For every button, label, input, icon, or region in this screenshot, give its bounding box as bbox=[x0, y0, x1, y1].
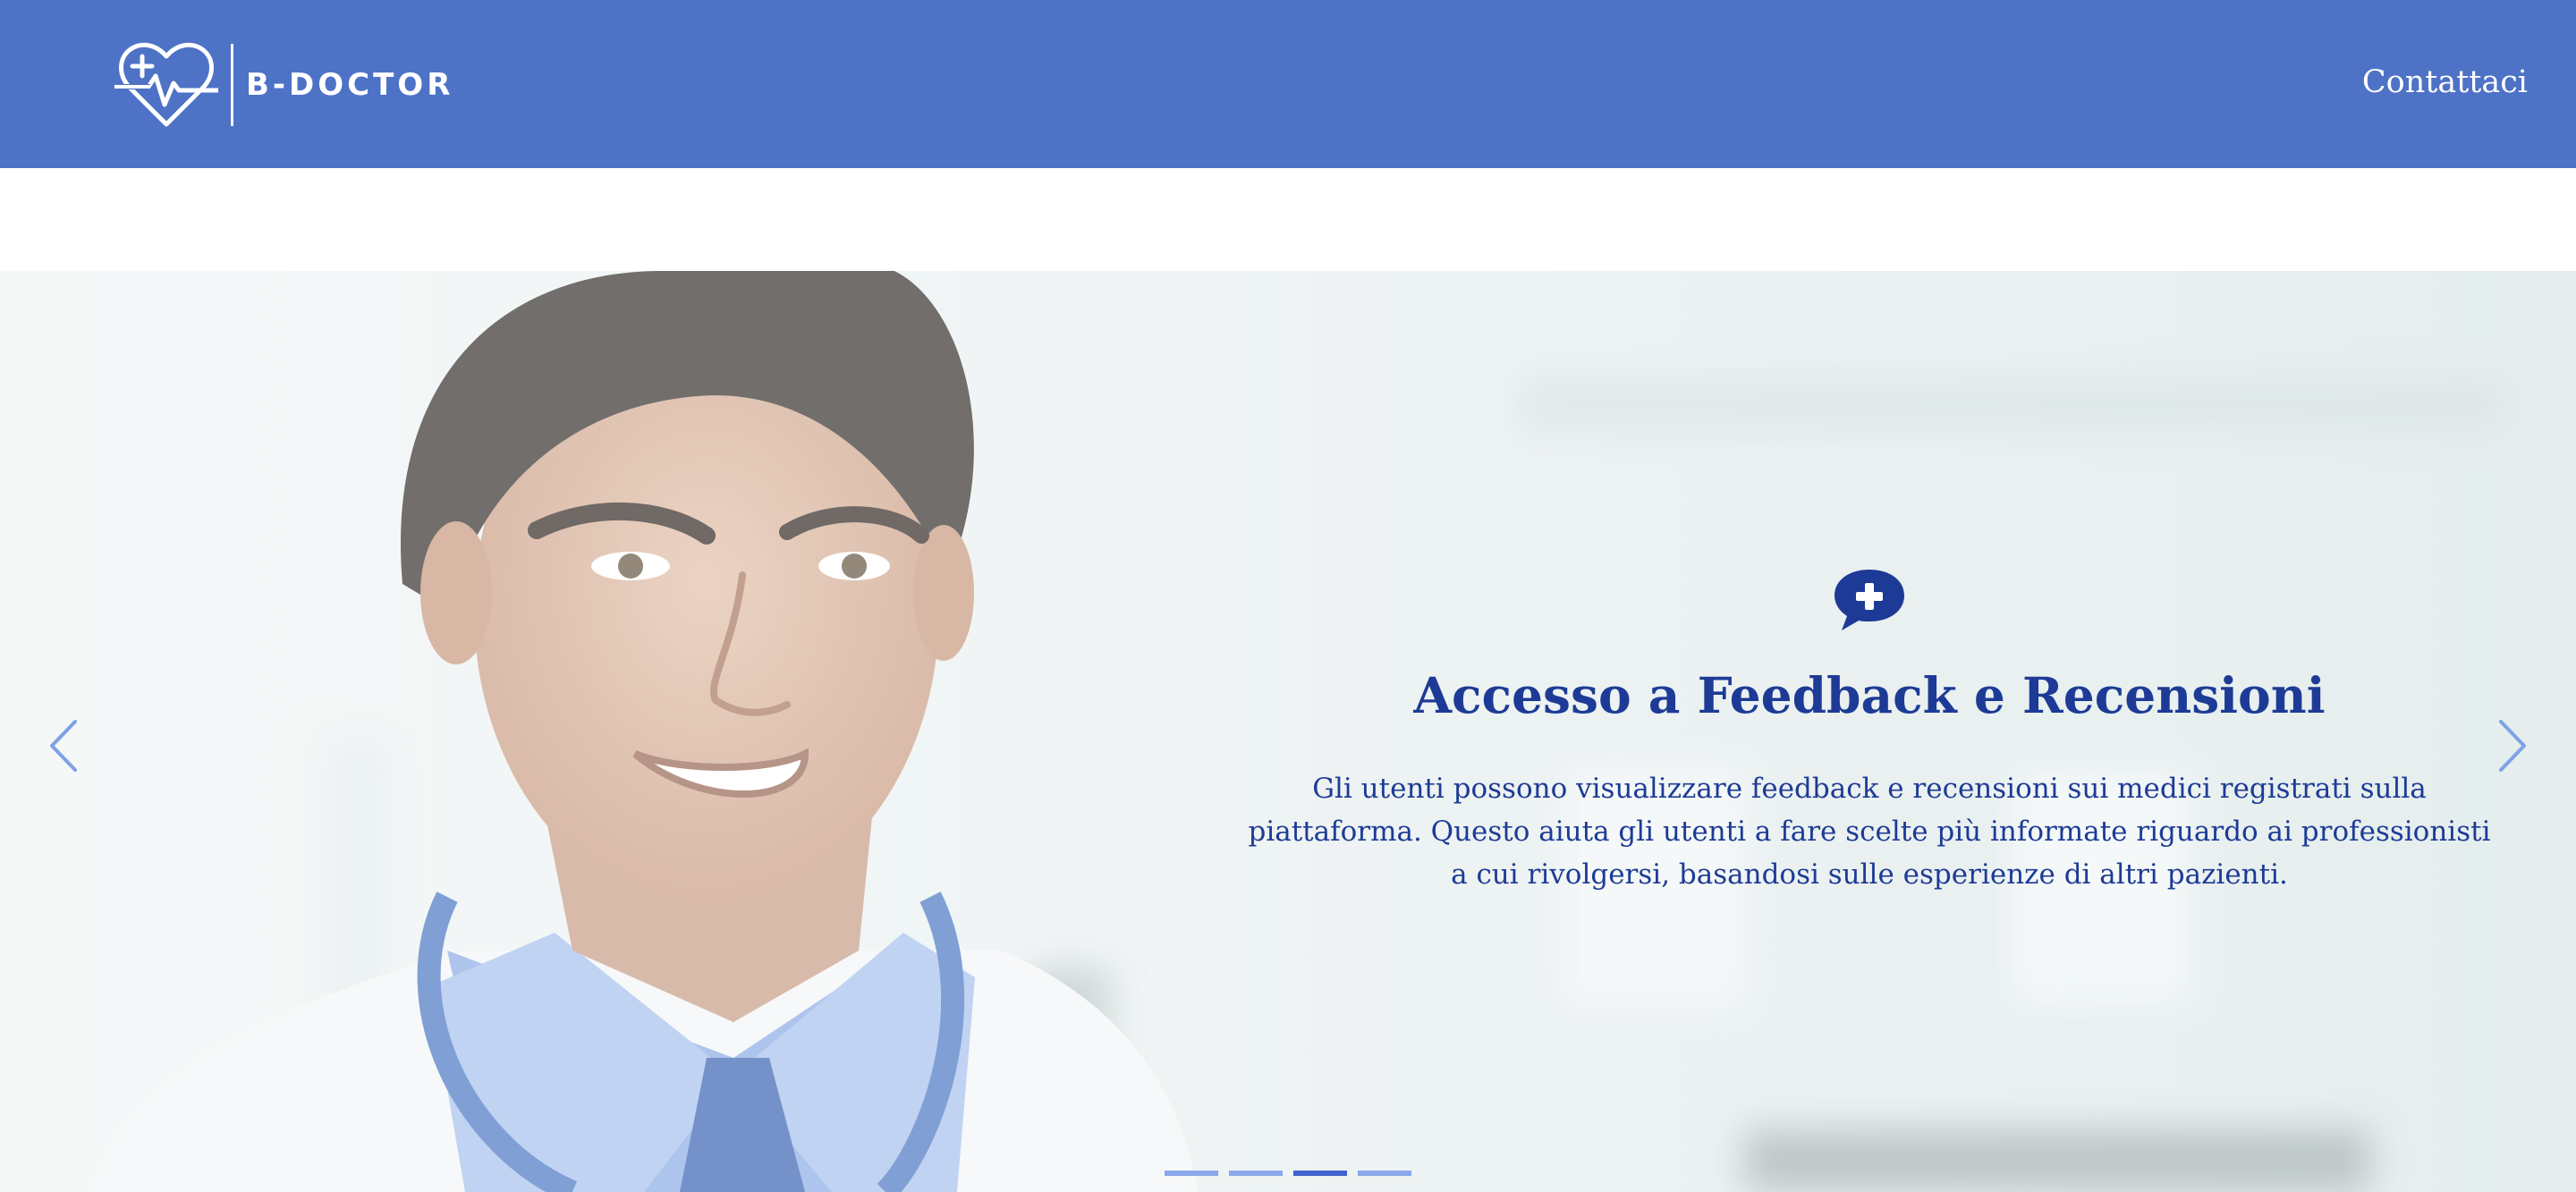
contact-link[interactable]: Contattaci bbox=[2362, 64, 2528, 100]
chat-bubble-plus-icon bbox=[1835, 570, 1904, 630]
hero-carousel: Accesso a Feedback e Recensioni Gli uten… bbox=[0, 271, 2576, 1192]
carousel-indicator-1[interactable] bbox=[1165, 1171, 1218, 1176]
chevron-left-icon bbox=[50, 720, 77, 772]
brand-logo[interactable]: B-DOCTOR bbox=[114, 41, 453, 129]
slide-caption: Accesso a Feedback e Recensioni Gli uten… bbox=[1234, 566, 2504, 896]
brand-divider bbox=[231, 44, 233, 126]
slide-title: Accesso a Feedback e Recensioni bbox=[1413, 666, 2326, 724]
carousel-indicator-2[interactable] bbox=[1229, 1171, 1283, 1176]
navbar: B-DOCTOR Contattaci bbox=[0, 0, 2576, 168]
carousel-indicator-4[interactable] bbox=[1358, 1171, 1411, 1176]
carousel-next-button[interactable] bbox=[2494, 718, 2529, 774]
carousel-indicators bbox=[1165, 1171, 1411, 1176]
brand-name: B-DOCTOR bbox=[246, 67, 454, 103]
carousel-prev-button[interactable] bbox=[47, 718, 82, 774]
heart-pulse-logo-icon bbox=[114, 42, 218, 127]
carousel-indicator-3[interactable] bbox=[1293, 1171, 1347, 1176]
chevron-right-icon bbox=[2499, 720, 2526, 772]
slide-description: Gli utenti possono visualizzare feedback… bbox=[1248, 773, 2491, 891]
